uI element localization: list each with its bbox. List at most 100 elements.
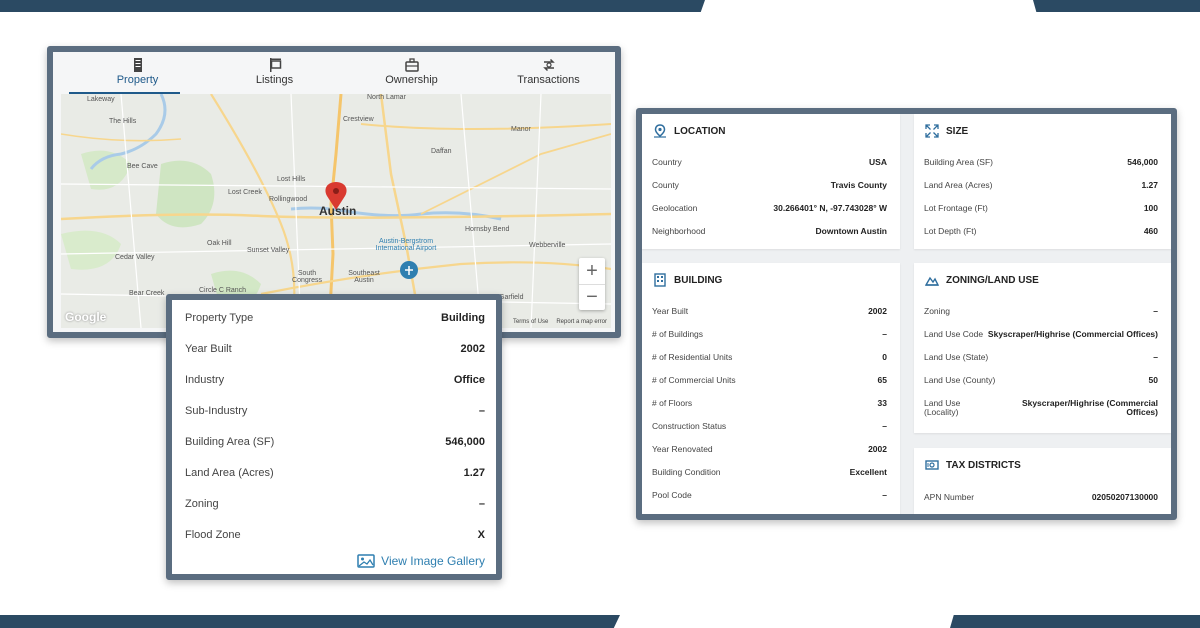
building-heading: BUILDING (653, 273, 722, 287)
detail-row: Flood Zone X (185, 525, 485, 545)
row-value: – (882, 490, 887, 500)
row-value: Skyscraper/Highrise (Commercial Offices) (987, 329, 1158, 339)
map-label: Austin-Bergstrom International Airport (375, 238, 437, 252)
row-key: Construction Status (652, 421, 727, 431)
tax-row: APN Number 02050207130000 (924, 490, 1158, 504)
map-label: Lost Hills (277, 176, 306, 183)
row-key: Land Area (Acres) (924, 180, 993, 190)
map-label: Circle C Ranch (199, 287, 247, 294)
detail-key: Year Built (185, 343, 232, 355)
report-error-link[interactable]: Report a map error (556, 319, 607, 325)
building-row: Building Condition Excellent (652, 465, 887, 479)
property-tabs: Property Listings Ownership Transactions (69, 54, 617, 94)
size-heading: SIZE (925, 124, 968, 138)
map-label: Bear Creek (129, 290, 165, 297)
tab-ownership[interactable]: Ownership (343, 54, 480, 94)
tab-listings[interactable]: Listings (206, 54, 343, 94)
row-key: # of Commercial Units (652, 375, 736, 385)
row-value: 0 (882, 352, 887, 362)
row-key: Year Renovated (652, 444, 713, 454)
tax-districts-card: TAX DISTRICTS APN Number 02050207130000 (914, 448, 1171, 514)
zoning-row: Zoning – (924, 304, 1158, 318)
row-key: Country (652, 157, 682, 167)
row-key: Land Use (Locality) (924, 398, 961, 417)
building-card: BUILDING Year Built 2002 # of Buildings – … (642, 263, 900, 514)
row-key: Building Area (SF) (924, 157, 993, 167)
property-detail-window: LOCATION Country USA County Travis County … (636, 108, 1177, 520)
row-value: 1.27 (1141, 180, 1158, 190)
building-row: # of Commercial Units 65 (652, 373, 887, 387)
terms-link[interactable]: Terms of Use (513, 319, 548, 325)
detail-row: Property Type Building (185, 308, 485, 328)
card-title: LOCATION (674, 125, 726, 137)
map-label: Cedar Valley (115, 254, 155, 261)
zoom-in-button[interactable]: + (579, 258, 605, 284)
map-label: North Lamar (367, 94, 406, 101)
location-card: LOCATION Country USA County Travis County … (642, 114, 900, 249)
detail-key: Zoning (185, 498, 219, 510)
tab-label: Transactions (517, 74, 580, 86)
building-row: Year Built 2002 (652, 304, 887, 318)
detail-value: – (478, 498, 485, 510)
location-row: Country USA (652, 155, 887, 169)
google-logo: Google (65, 310, 107, 324)
zoning-row: Land Use (Locality) Skyscraper/Highrise (… (924, 396, 1158, 420)
building-icon (133, 58, 142, 72)
size-card: SIZE Building Area (SF) 546,000 Land Area… (914, 114, 1171, 249)
detail-value: – (478, 405, 485, 417)
row-key: Lot Frontage (Ft) (924, 203, 988, 213)
detail-key: Sub-Industry (185, 405, 248, 417)
location-row: Neighborhood Downtown Austin (652, 224, 887, 238)
row-value: 33 (877, 398, 887, 408)
location-row: County Travis County (652, 178, 887, 192)
detail-row: Building Area (SF) 546,000 (185, 432, 485, 452)
detail-value: Building (441, 312, 485, 324)
size-row: Land Area (Acres) 1.27 (924, 178, 1158, 192)
map-label: The Hills (109, 118, 137, 125)
card-title: ZONING/LAND USE (946, 274, 1039, 286)
map-footer: Terms of Use Report a map error (513, 319, 607, 325)
city-label: Austin (319, 204, 357, 218)
zoom-controls: + − (579, 258, 605, 310)
map-label: Lost Creek (228, 189, 262, 196)
detail-row: Year Built 2002 (185, 339, 485, 359)
view-image-gallery-link[interactable]: View Image Gallery (357, 554, 485, 568)
row-key: Neighborhood (652, 226, 706, 236)
row-value: 460 (1143, 226, 1158, 236)
row-key: Land Use (State) (924, 352, 989, 362)
property-summary-card: Property Type Building Year Built 2002 Ind… (166, 294, 502, 580)
tab-transactions[interactable]: Transactions (480, 54, 617, 94)
zoning-row: Land Use (State) – (924, 350, 1158, 364)
map-label: Garfield (499, 294, 524, 301)
expand-icon (925, 124, 939, 138)
detail-value: 2002 (460, 343, 485, 355)
detail-key: Property Type (185, 312, 254, 324)
gallery-link-label: View Image Gallery (381, 554, 485, 568)
tab-label: Property (116, 74, 159, 86)
building-row: Year Renovated 2002 (652, 442, 887, 456)
detail-key: Flood Zone (185, 529, 241, 541)
size-row: Lot Frontage (Ft) 100 (924, 201, 1158, 215)
zoom-out-button[interactable]: − (579, 284, 605, 310)
detail-row: Zoning – (185, 494, 485, 514)
zoning-row: Land Use (County) 50 (924, 373, 1158, 387)
detail-key: Land Area (Acres) (185, 467, 274, 479)
map-canvas[interactable]: Lakeway The Hills Bee Cave Lost Creek Ro… (61, 94, 611, 328)
row-value: 02050207130000 (1091, 492, 1158, 502)
row-value: – (882, 421, 887, 431)
row-value: 546,000 (1127, 157, 1158, 167)
row-key: Lot Depth (Ft) (924, 226, 977, 236)
tab-label: Ownership (385, 74, 438, 86)
row-value: 2002 (868, 444, 887, 454)
map-label: Southeast Austin (348, 270, 380, 284)
zoning-card: ZONING/LAND USE Zoning – Land Use Code Sky… (914, 263, 1171, 433)
row-value: – (1153, 352, 1158, 362)
zoning-row: Land Use Code Skyscraper/Highrise (Commer… (924, 327, 1158, 341)
building-row: # of Buildings – (652, 327, 887, 341)
row-key: APN Number (924, 492, 975, 502)
tab-property[interactable]: Property (69, 54, 206, 94)
detail-key: Industry (185, 374, 225, 386)
row-key: # of Residential Units (652, 352, 733, 362)
detail-value: 546,000 (445, 436, 485, 448)
image-icon (357, 554, 375, 568)
